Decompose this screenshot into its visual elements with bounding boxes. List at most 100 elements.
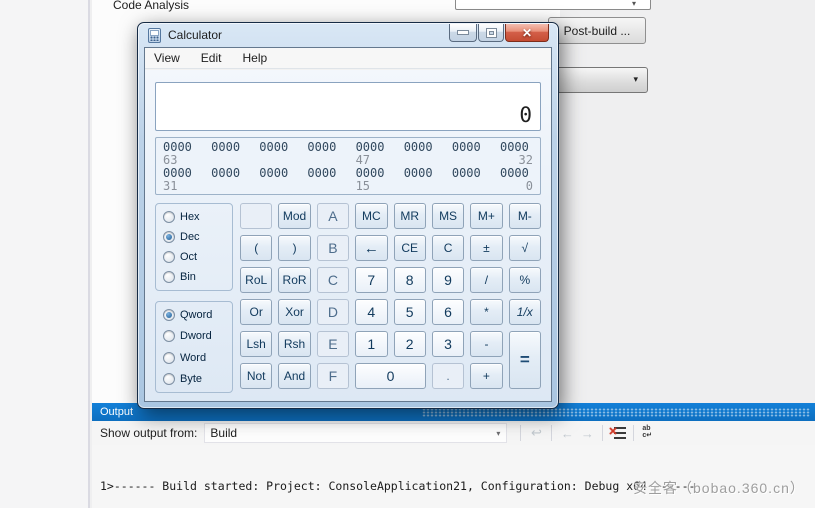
configuration-combobox[interactable]: ▾	[556, 67, 648, 93]
code-analysis-label[interactable]: Code Analysis	[113, 0, 189, 12]
calculator-display: 0	[155, 82, 541, 131]
output-source-value: Build	[210, 426, 237, 440]
radio-hex[interactable]: Hex	[163, 211, 225, 223]
toolbar-separator	[551, 425, 552, 441]
toolbar-separator	[602, 425, 603, 441]
maximize-button[interactable]	[478, 24, 504, 42]
key-xor[interactable]: Xor	[278, 299, 310, 325]
key-9[interactable]: 9	[432, 267, 464, 293]
radio-circle-icon	[163, 251, 175, 263]
key-0[interactable]: 0	[355, 363, 426, 389]
key-open-paren[interactable]: (	[240, 235, 272, 261]
bit-group[interactable]: 0000	[211, 167, 244, 180]
bit-group[interactable]: 0000	[307, 167, 340, 180]
menu-edit[interactable]: Edit	[201, 51, 222, 65]
key-7[interactable]: 7	[355, 267, 387, 293]
key-4[interactable]: 4	[355, 299, 387, 325]
key-lsh[interactable]: Lsh	[240, 331, 272, 357]
radio-label: Qword	[180, 309, 212, 321]
key-subtract[interactable]: -	[470, 331, 502, 357]
menu-help[interactable]: Help	[242, 51, 267, 65]
key-3[interactable]: 3	[432, 331, 464, 357]
key-5[interactable]: 5	[394, 299, 426, 325]
find-message-icon[interactable]: ↩	[526, 424, 546, 442]
top-partial-combobox[interactable]: ▾	[455, 0, 651, 10]
radio-bin[interactable]: Bin	[163, 271, 225, 283]
bit-index-label: 0	[500, 180, 533, 193]
key-blank	[240, 203, 272, 229]
menu-view[interactable]: View	[154, 51, 180, 65]
bit-group[interactable]: 0000	[259, 167, 292, 180]
key-clear-entry[interactable]: CE	[394, 235, 426, 261]
key-c-hex: C	[317, 267, 349, 293]
radio-circle-icon	[163, 211, 175, 223]
previous-message-icon[interactable]: ←	[557, 424, 577, 442]
bit-group[interactable]: 0000	[404, 141, 437, 154]
output-log[interactable]: 1>------ Build started: Project: Console…	[92, 445, 815, 508]
bit-group[interactable]: 0000	[452, 141, 485, 154]
key-memory-recall[interactable]: MR	[394, 203, 426, 229]
key-2[interactable]: 2	[394, 331, 426, 357]
key-memory-add[interactable]: M+	[470, 203, 502, 229]
key-sqrt[interactable]: √	[509, 235, 541, 261]
word-wrap-icon[interactable]: abc↵	[639, 425, 659, 441]
bit-toggle-panel[interactable]: 00000000000000000000000000000000 634732 …	[155, 137, 541, 195]
key-percent[interactable]: %	[509, 267, 541, 293]
bit-group[interactable]: 0000	[259, 141, 292, 154]
minimize-button[interactable]	[449, 24, 477, 42]
key-not[interactable]: Not	[240, 363, 272, 389]
key-a: A	[317, 203, 349, 229]
key-rol[interactable]: RoL	[240, 267, 272, 293]
radio-byte[interactable]: Byte	[163, 373, 225, 385]
radio-qword[interactable]: Qword	[163, 309, 225, 321]
radio-circle-icon	[163, 373, 175, 385]
key-divide[interactable]: /	[470, 267, 502, 293]
key-reciprocal[interactable]: 1/x	[509, 299, 541, 325]
vs-left-background	[0, 0, 90, 508]
key-1[interactable]: 1	[355, 331, 387, 357]
key-memory-clear[interactable]: MC	[355, 203, 387, 229]
key-negate[interactable]: ±	[470, 235, 502, 261]
key-multiply[interactable]: *	[470, 299, 502, 325]
minimize-icon	[458, 31, 468, 34]
clear-all-glyph: ✕	[609, 425, 627, 441]
output-source-combobox[interactable]: Build ▾	[204, 423, 507, 443]
next-message-icon[interactable]: →	[577, 424, 597, 442]
key-equals[interactable]: =	[509, 331, 541, 389]
output-toolbar: Show output from: Build ▾ ↩ ← → ✕ abc↵	[92, 421, 815, 445]
radio-dec[interactable]: Dec	[163, 231, 225, 243]
key-and[interactable]: And	[278, 363, 310, 389]
key-b: B	[317, 235, 349, 261]
key-clear[interactable]: C	[432, 235, 464, 261]
drag-grip[interactable]	[422, 408, 810, 417]
key-memory-subtract[interactable]: M-	[509, 203, 541, 229]
key-backspace[interactable]: ←	[355, 235, 387, 261]
close-button[interactable]: ✕	[505, 24, 549, 42]
radio-label: Byte	[180, 373, 202, 385]
calculator-content: 0 00000000000000000000000000000000 63473…	[145, 70, 551, 401]
key-6[interactable]: 6	[432, 299, 464, 325]
key-or[interactable]: Or	[240, 299, 272, 325]
radio-oct[interactable]: Oct	[163, 251, 225, 263]
post-build-button[interactable]: Post-build ...	[548, 17, 646, 44]
key-close-paren[interactable]: )	[278, 235, 310, 261]
key-rsh[interactable]: Rsh	[278, 331, 310, 357]
bit-group[interactable]: 0000	[211, 141, 244, 154]
key-ror[interactable]: RoR	[278, 267, 310, 293]
calculator-app-icon	[148, 28, 161, 43]
key-add[interactable]: +	[470, 363, 502, 389]
bit-group[interactable]: 0000	[307, 141, 340, 154]
mode-radio-column: Hex Dec Oct Bin Qword Dword Word Byte	[155, 203, 233, 393]
radio-label: Hex	[180, 211, 200, 223]
clear-all-icon[interactable]: ✕	[608, 424, 628, 442]
key-memory-store[interactable]: MS	[432, 203, 464, 229]
radio-word[interactable]: Word	[163, 352, 225, 364]
show-output-from-label: Show output from:	[100, 426, 197, 440]
key-mod[interactable]: Mod	[278, 203, 310, 229]
key-8[interactable]: 8	[394, 267, 426, 293]
radio-dword[interactable]: Dword	[163, 330, 225, 342]
bit-group[interactable]: 0000	[404, 167, 437, 180]
bit-group[interactable]: 0000	[452, 167, 485, 180]
calculator-window: Calculator ✕ View Edit Help 0 0000000000…	[137, 22, 559, 409]
calculator-keypad: Hex Dec Oct Bin Qword Dword Word Byte Mo…	[155, 203, 541, 393]
